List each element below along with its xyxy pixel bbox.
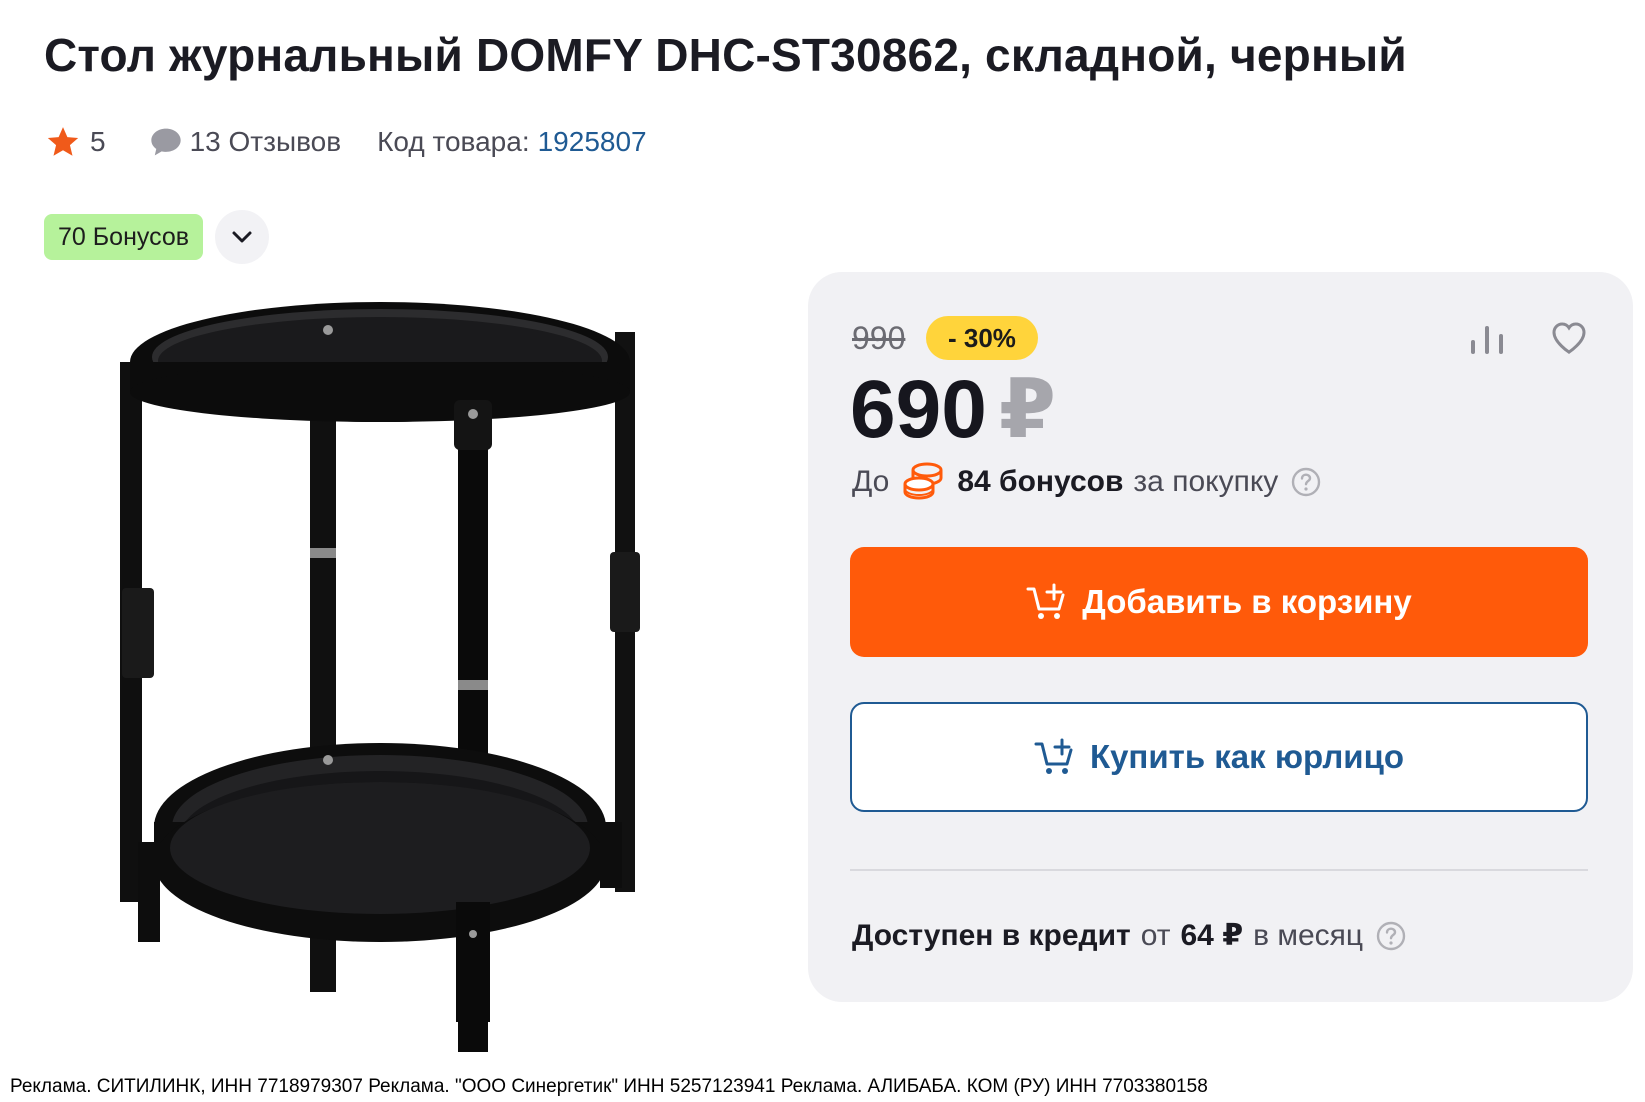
help-icon[interactable] [1290, 466, 1322, 498]
compare-icon[interactable] [1465, 318, 1509, 362]
credit-label: Доступен в кредит [852, 918, 1131, 952]
buy-as-legal-entity-label: Купить как юрлицо [1089, 738, 1405, 775]
credit-from: от [1140, 918, 1171, 952]
star-icon [47, 127, 79, 156]
old-price: 990 [852, 320, 906, 356]
current-price: 690 ₽ [850, 362, 1056, 457]
heart-icon[interactable] [1549, 318, 1589, 358]
product-image[interactable] [110, 282, 690, 1082]
product-code-label: Код товара: [377, 126, 530, 157]
reviews-link[interactable]: 13 Отзывов [190, 126, 342, 158]
credit-period: в месяц [1253, 918, 1364, 952]
chevron-down-icon [232, 231, 252, 243]
help-icon[interactable] [1375, 920, 1407, 952]
price-card: 990 - 30% 690 ₽ До 84 бонусов за покупку … [808, 272, 1633, 1002]
discount-badge: - 30% [926, 316, 1038, 360]
cart-plus-icon [1026, 583, 1065, 619]
rating-value: 5 [90, 126, 106, 157]
product-code-value[interactable]: 1925807 [538, 126, 647, 158]
bonus-amount: 84 бонусов [957, 465, 1124, 498]
chat-icon [150, 128, 181, 156]
price-value: 690 [850, 364, 987, 455]
credit-info: Доступен в кредит от 64 ₽ в месяц [852, 918, 1407, 953]
add-to-cart-label: Добавить в корзину [1082, 583, 1412, 620]
price-currency: ₽ [998, 364, 1056, 455]
product-meta: 5 13 Отзывов Код товара: 1925807 [46, 122, 647, 162]
page-title: Стол журнальный DOMFY DHC-ST30862, склад… [44, 29, 1407, 81]
buy-as-legal-entity-button[interactable]: Купить как юрлицо [850, 702, 1588, 812]
coins-icon [903, 462, 943, 500]
bonus-suffix: за покупку [1133, 465, 1279, 498]
ad-disclosure: Реклама. СИТИЛИНК, ИНН 7718979307 Реклам… [10, 1076, 1208, 1097]
divider [850, 869, 1588, 871]
bonus-badge: 70 Бонусов [44, 214, 204, 260]
cart-plus-icon [1034, 738, 1073, 774]
credit-amount: 64 ₽ [1180, 919, 1244, 952]
bonus-row: 70 Бонусов [44, 210, 270, 264]
bonus-prefix: До [852, 465, 890, 498]
bonus-expand-button[interactable] [215, 210, 270, 264]
bonus-info: До 84 бонусов за покупку [852, 462, 1322, 502]
add-to-cart-button[interactable]: Добавить в корзину [850, 547, 1588, 657]
